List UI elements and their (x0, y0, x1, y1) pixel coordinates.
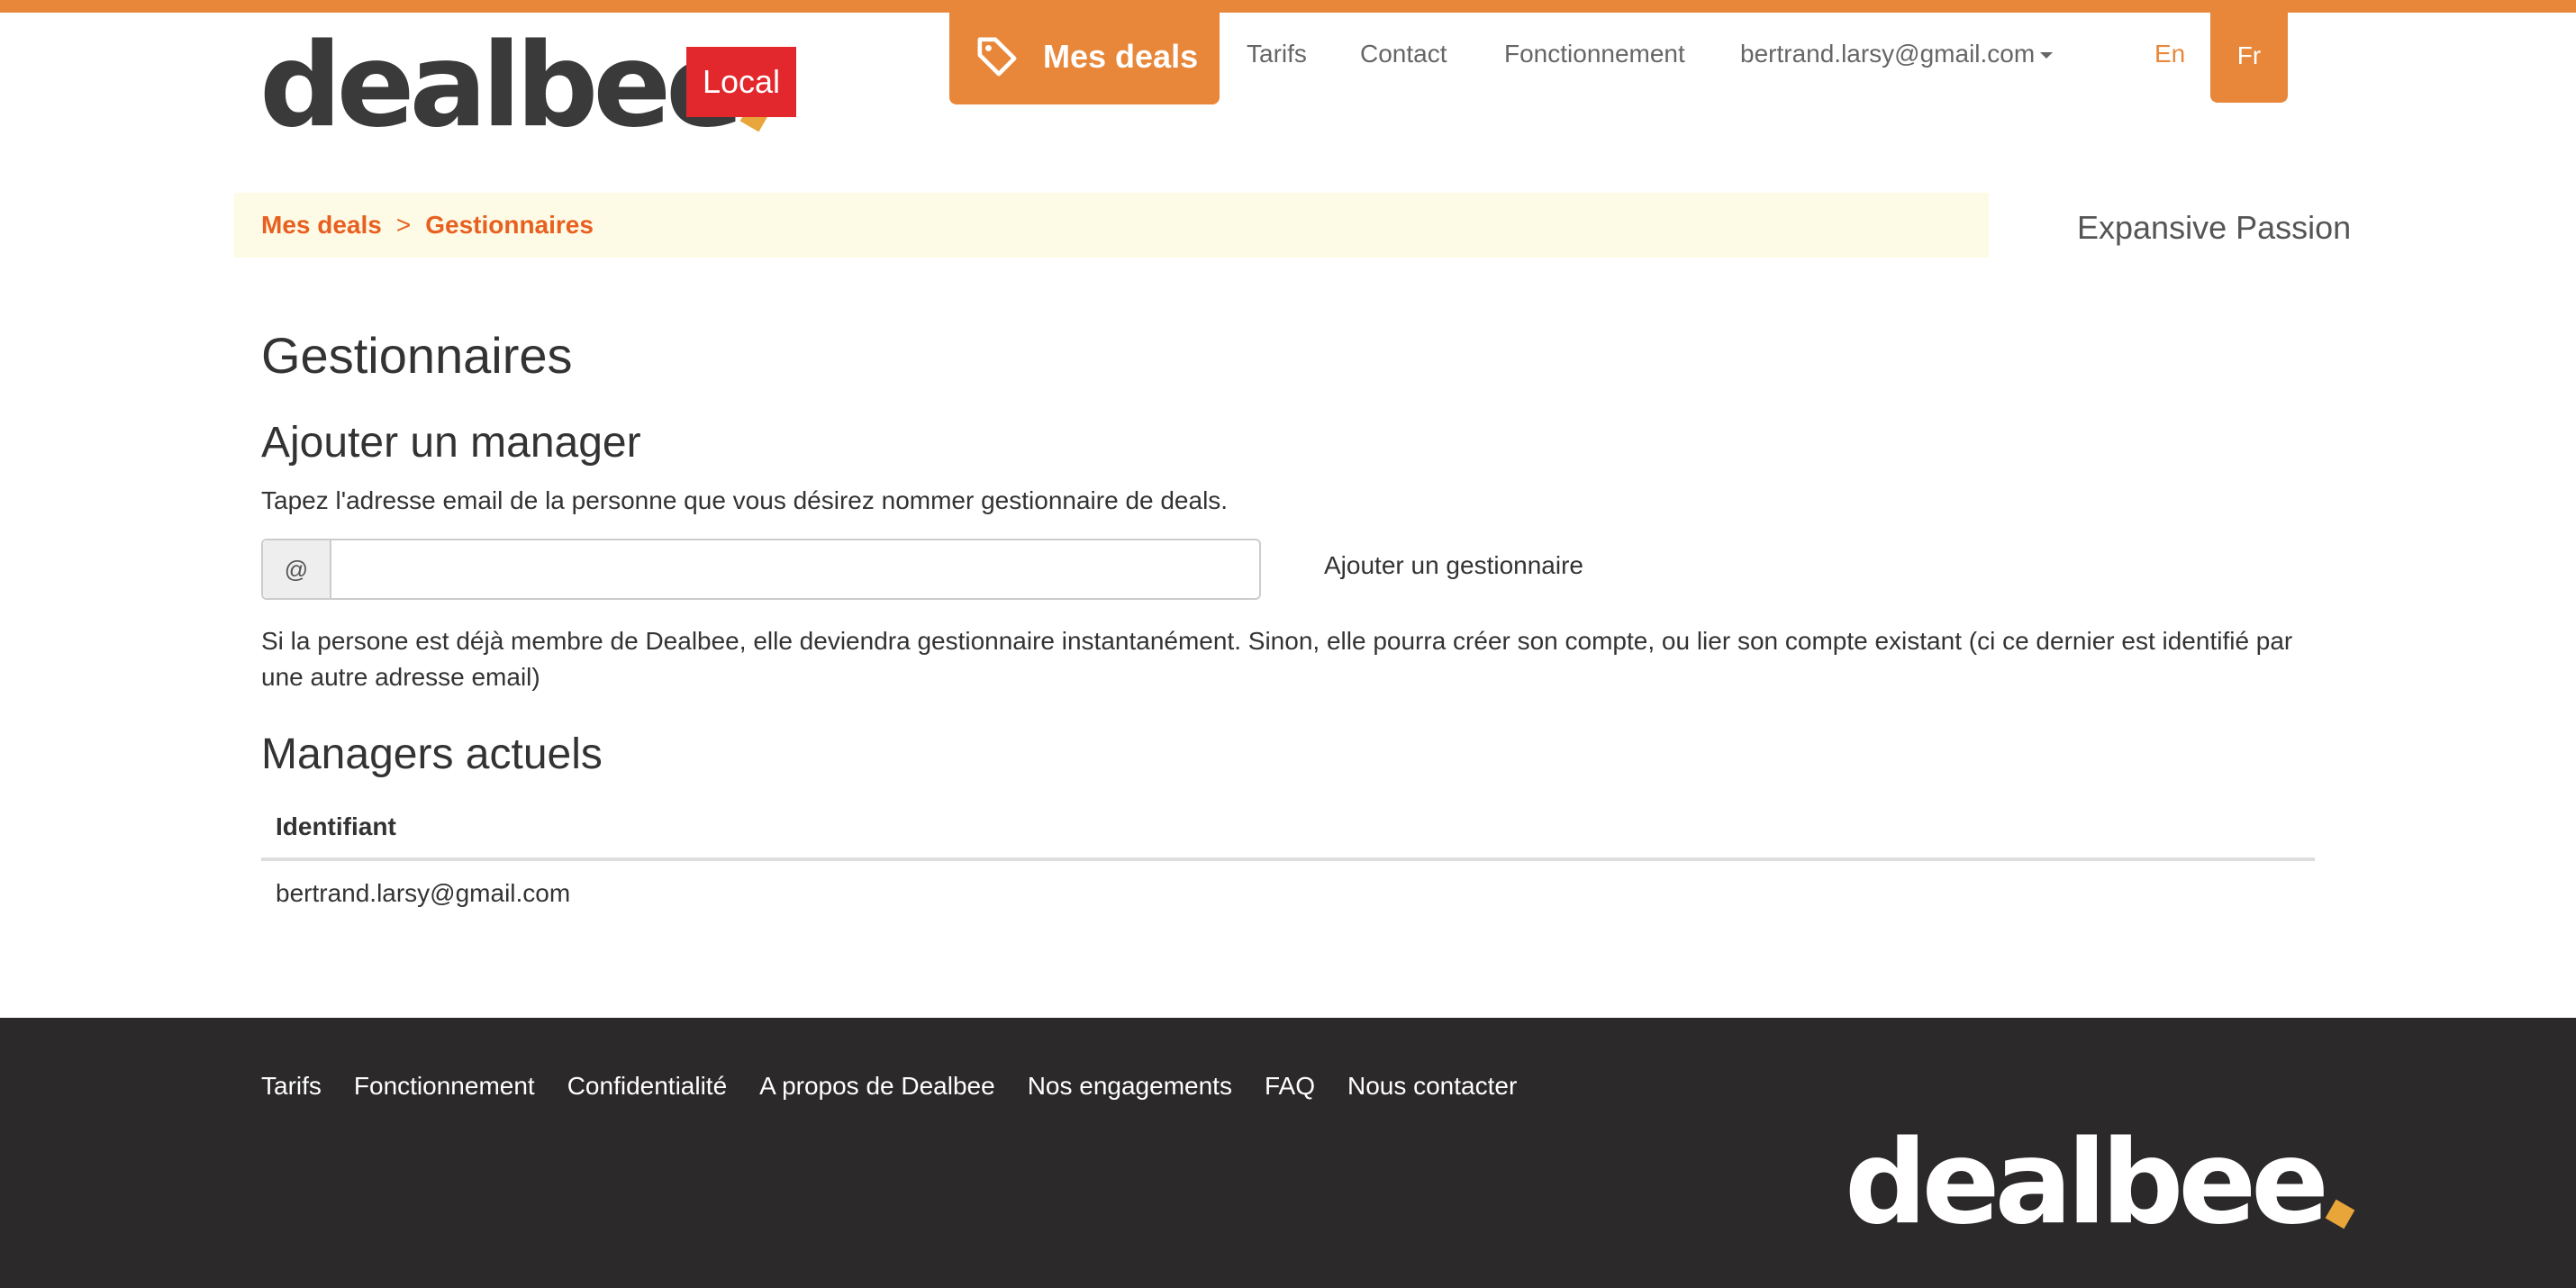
breadcrumb-gestionnaires[interactable]: Gestionnaires (425, 211, 594, 240)
footer: Tarifs Fonctionnement Confidentialité A … (0, 1018, 2576, 1288)
table-row: bertrand.larsy@gmail.com (276, 879, 571, 907)
column-header-identifiant: Identifiant (261, 796, 2315, 861)
nav-mes-deals-label: Mes deals (1043, 38, 1199, 75)
account-email: bertrand.larsy@gmail.com (1740, 40, 2036, 68)
nav-mes-deals[interactable]: Mes deals (949, 9, 1220, 104)
breadcrumb-separator: > (395, 211, 412, 239)
footer-logo-wordmark: dealbee (1845, 1116, 2329, 1250)
footer-logo-dot-icon (2325, 1199, 2355, 1229)
footer-link-a-propos[interactable]: A propos de Dealbee (759, 1072, 995, 1101)
caret-down-icon (2040, 52, 2054, 59)
footer-link-faq[interactable]: FAQ (1265, 1072, 1315, 1101)
at-sign-addon: @ (263, 540, 331, 598)
top-accent-bar (0, 0, 2576, 13)
footer-link-confidentialite[interactable]: Confidentialité (567, 1072, 727, 1101)
managers-table: Identifiant bertrand.larsy@gmail.com (261, 796, 2315, 926)
add-manager-button[interactable]: Ajouter un gestionnaire (1324, 551, 1583, 580)
current-managers-heading: Managers actuels (261, 730, 603, 778)
email-input-group: @ (261, 539, 1261, 600)
footer-links: Tarifs Fonctionnement Confidentialité A … (261, 1072, 1517, 1101)
footer-link-contact[interactable]: Nous contacter (1347, 1072, 1517, 1101)
breadcrumb: Mes deals > Gestionnaires (234, 193, 1989, 258)
add-manager-heading: Ajouter un manager (261, 419, 641, 467)
breadcrumb-mes-deals[interactable]: Mes deals (261, 211, 382, 240)
nav-contact[interactable]: Contact (1360, 40, 1447, 68)
lang-fr[interactable]: Fr (2210, 9, 2288, 103)
footer-link-fonctionnement[interactable]: Fonctionnement (354, 1072, 535, 1101)
nav-fonctionnement[interactable]: Fonctionnement (1504, 40, 1685, 68)
add-manager-info: Si la persone est déjà membre de Dealbee… (261, 627, 2293, 691)
footer-link-tarifs[interactable]: Tarifs (261, 1072, 322, 1101)
organization-name: Expansive Passion (2077, 209, 2352, 246)
lang-en[interactable]: En (2154, 40, 2185, 68)
account-dropdown[interactable]: bertrand.larsy@gmail.com (1740, 40, 2054, 68)
local-badge: Local (686, 47, 796, 117)
footer-logo: dealbee (1845, 1116, 2355, 1250)
nav-tarifs[interactable]: Tarifs (1247, 40, 1307, 68)
page-title: Gestionnaires (261, 327, 573, 384)
logo-wordmark: dealbee (259, 19, 744, 153)
manager-email-input[interactable] (331, 540, 1259, 598)
footer-link-engagements[interactable]: Nos engagements (1028, 1072, 1232, 1101)
tag-icon (977, 37, 1017, 77)
add-manager-description: Tapez l'adresse email de la personne que… (261, 486, 1229, 514)
